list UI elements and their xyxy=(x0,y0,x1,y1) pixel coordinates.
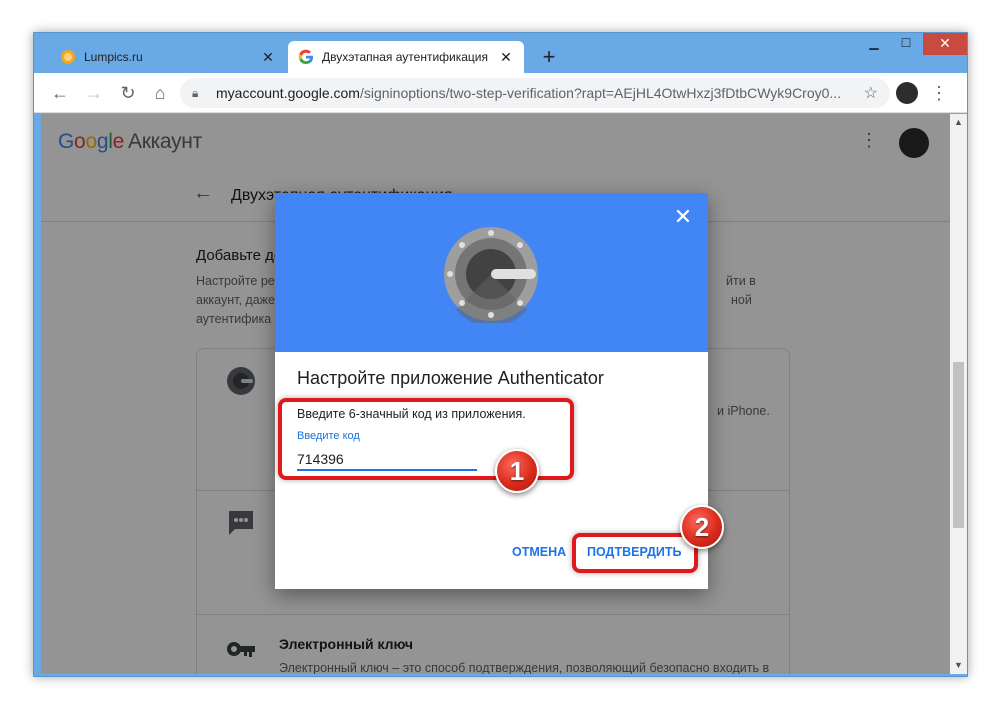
authenticator-setup-dialog: ✕ Настройте приложение Authenticator Вве… xyxy=(275,193,708,589)
browser-toolbar: ← → ↻ ⌂ 🔒︎ myaccount.google.com/signinop… xyxy=(34,73,967,113)
browser-menu-icon[interactable]: ⋮ xyxy=(930,81,948,105)
lock-icon: 🔒︎ xyxy=(192,85,199,100)
maximize-icon[interactable]: ☐ xyxy=(889,33,923,55)
back-arrow-icon[interactable]: ← xyxy=(48,81,72,105)
annotation-highlight-confirm xyxy=(572,533,698,573)
tab-lumpics[interactable]: Lumpics.ru ✕ xyxy=(50,41,286,73)
home-icon[interactable]: ⌂ xyxy=(148,81,172,105)
tab-title: Lumpics.ru xyxy=(84,50,143,64)
dialog-title: Настройте приложение Authenticator xyxy=(297,368,604,388)
forward-arrow-icon[interactable]: → xyxy=(82,81,106,105)
cancel-button[interactable]: ОТМЕНА xyxy=(512,545,566,559)
dialog-close-icon[interactable]: ✕ xyxy=(673,206,693,228)
minimize-icon[interactable]: ▁ xyxy=(857,33,891,55)
new-tab-plus-icon[interactable]: + xyxy=(537,46,561,70)
reload-icon[interactable]: ↻ xyxy=(116,81,140,105)
scroll-up-icon[interactable]: ▲ xyxy=(950,114,967,131)
scroll-thumb[interactable] xyxy=(953,362,964,528)
address-bar[interactable]: 🔒︎ myaccount.google.com/signinoptions/tw… xyxy=(180,78,890,108)
bookmark-star-icon[interactable]: ☆ xyxy=(864,83,878,103)
google-g-icon xyxy=(298,49,313,65)
dialog-hero: ✕ xyxy=(275,193,708,352)
address-url: myaccount.google.com/signinoptions/two-s… xyxy=(216,85,842,101)
google-authenticator-icon xyxy=(444,227,538,323)
scroll-down-icon[interactable]: ▼ xyxy=(950,657,967,674)
window-close-icon[interactable]: ✕ xyxy=(923,33,967,55)
page-scrollbar[interactable]: ▲ ▼ xyxy=(950,114,967,674)
profile-avatar[interactable] xyxy=(896,82,918,104)
orange-circle-icon xyxy=(61,50,75,64)
tab-close-icon[interactable]: ✕ xyxy=(260,49,276,65)
annotation-badge-1: 1 xyxy=(495,449,539,493)
tab-title: Двухэтапная аутентификация xyxy=(322,50,489,64)
tab-two-step[interactable]: Двухэтапная аутентификация ✕ xyxy=(288,41,524,73)
tab-close-icon[interactable]: ✕ xyxy=(498,49,514,65)
annotation-badge-2: 2 xyxy=(680,505,724,549)
tab-strip: Lumpics.ru ✕ Двухэтапная аутентификация … xyxy=(34,33,967,73)
